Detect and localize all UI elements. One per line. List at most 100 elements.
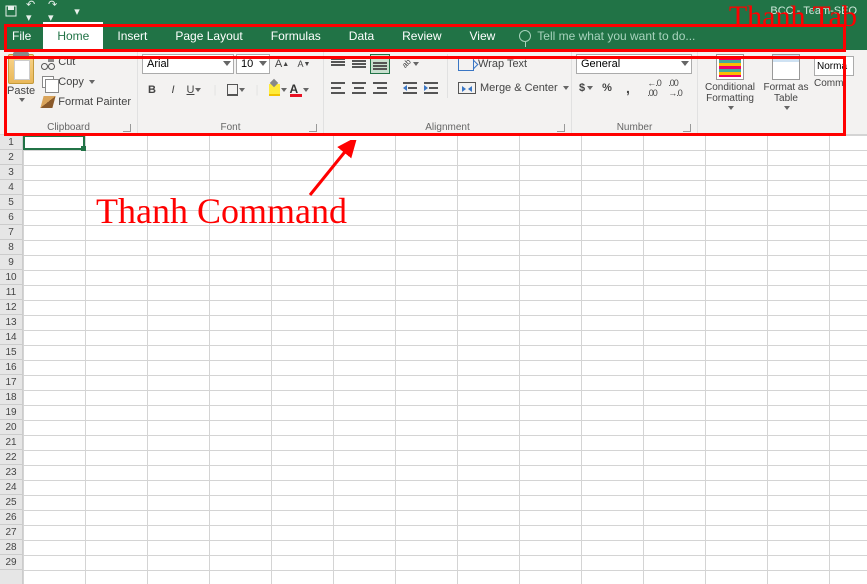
align-center-button[interactable] [349,78,369,98]
paste-button[interactable]: Paste [4,52,38,102]
row-header[interactable]: 15 [0,345,22,360]
ribbon: Paste Cut Copy Format Painter Clipboard … [0,50,867,135]
decrease-font-button[interactable]: A▼ [294,54,314,74]
decrease-indent-icon [403,82,417,94]
row-header[interactable]: 17 [0,375,22,390]
comma-style-button[interactable] [618,78,638,98]
tab-home[interactable]: Home [43,22,103,50]
increase-decimal-button[interactable]: ←.0.00 [644,78,664,98]
font-name-select[interactable]: Arial [142,54,234,74]
row-header[interactable]: 7 [0,225,22,240]
cut-button[interactable]: Cut [40,52,133,72]
cell-style-comma[interactable]: Comm [814,78,854,89]
decrease-indent-button[interactable] [400,78,420,98]
row-header[interactable]: 16 [0,360,22,375]
conditional-formatting-button[interactable]: Conditional Formatting [702,52,758,110]
row-header[interactable]: 11 [0,285,22,300]
row-header[interactable]: 12 [0,300,22,315]
redo-icon[interactable]: ↷ ▾ [48,4,62,18]
group-clipboard: Paste Cut Copy Format Painter Clipboard [0,50,138,134]
row-header[interactable]: 18 [0,390,22,405]
increase-indent-button[interactable] [421,78,441,98]
row-header[interactable]: 22 [0,450,22,465]
paste-label: Paste [7,85,35,97]
font-color-button[interactable]: A [289,80,309,100]
row-header[interactable]: 10 [0,270,22,285]
dialog-launcher-icon[interactable] [683,124,691,132]
row-header[interactable]: 8 [0,240,22,255]
bold-button[interactable]: B [142,80,162,100]
tab-view[interactable]: View [456,22,510,50]
dialog-launcher-icon[interactable] [123,124,131,132]
tab-insert[interactable]: Insert [103,22,161,50]
tab-page-layout[interactable]: Page Layout [161,22,256,50]
row-header[interactable]: 25 [0,495,22,510]
tab-review[interactable]: Review [388,22,455,50]
row-header[interactable]: 3 [0,165,22,180]
tab-file[interactable]: File [0,22,43,50]
decrease-decimal-icon: .00→.0 [668,78,682,98]
align-top-button[interactable] [328,54,348,74]
decrease-decimal-button[interactable]: .00→.0 [665,78,685,98]
row-header[interactable]: 14 [0,330,22,345]
dialog-launcher-icon[interactable] [557,124,565,132]
orientation-button[interactable] [400,54,420,74]
copy-button[interactable]: Copy [40,72,133,92]
font-name-value: Arial [147,58,169,70]
font-size-select[interactable]: 10 [236,54,270,74]
accounting-format-button[interactable] [576,78,596,98]
format-as-table-button[interactable]: Format as Table [758,52,814,110]
row-header[interactable]: 4 [0,180,22,195]
orientation-icon [401,57,412,71]
cell-style-normal[interactable]: Norma [814,56,854,76]
qat-customize-icon[interactable]: ▾ [70,4,84,18]
row-header[interactable]: 23 [0,465,22,480]
align-bottom-button[interactable] [370,54,390,74]
fill-color-button[interactable] [268,80,288,100]
row-header[interactable]: 13 [0,315,22,330]
brush-icon [41,96,56,108]
border-button[interactable] [226,80,246,100]
gridlines [23,135,867,584]
format-painter-button[interactable]: Format Painter [40,92,133,112]
undo-icon[interactable]: ↶ ▾ [26,4,40,18]
row-header[interactable]: 1 [0,135,22,150]
increase-font-button[interactable]: A▲ [272,54,292,74]
align-left-button[interactable] [328,78,348,98]
font-size-value: 10 [241,58,253,70]
group-label-clipboard: Clipboard [4,120,133,134]
align-right-button[interactable] [370,78,390,98]
underline-button[interactable]: U [184,80,204,100]
row-header[interactable]: 5 [0,195,22,210]
percent-button[interactable] [597,78,617,98]
italic-button[interactable]: I [163,80,183,100]
row-header[interactable]: 19 [0,405,22,420]
group-label-number: Number [576,120,693,134]
worksheet: 1234567891011121314151617181920212223242… [0,135,867,584]
row-header[interactable]: 21 [0,435,22,450]
active-cell[interactable] [23,135,85,150]
increase-indent-icon [424,82,438,94]
row-header[interactable]: 26 [0,510,22,525]
number-format-select[interactable]: General [576,54,692,74]
dialog-launcher-icon[interactable] [309,124,317,132]
chevron-down-icon [259,61,267,66]
chevron-down-icon [681,61,689,66]
tab-data[interactable]: Data [335,22,388,50]
row-header[interactable]: 24 [0,480,22,495]
save-icon[interactable] [4,4,18,18]
align-middle-button[interactable] [349,54,369,74]
row-header[interactable]: 27 [0,525,22,540]
row-header[interactable]: 28 [0,540,22,555]
row-header[interactable]: 6 [0,210,22,225]
tab-formulas[interactable]: Formulas [257,22,335,50]
cell-grid[interactable] [23,135,867,584]
wrap-text-button[interactable]: Wrap Text [454,54,573,74]
merge-center-button[interactable]: Merge & Center [454,78,573,98]
tell-me-search[interactable]: Tell me what you want to do... [519,22,695,50]
document-title: BCC - Team-SEO [770,5,857,17]
row-header[interactable]: 20 [0,420,22,435]
row-header[interactable]: 2 [0,150,22,165]
row-header[interactable]: 29 [0,555,22,570]
row-header[interactable]: 9 [0,255,22,270]
